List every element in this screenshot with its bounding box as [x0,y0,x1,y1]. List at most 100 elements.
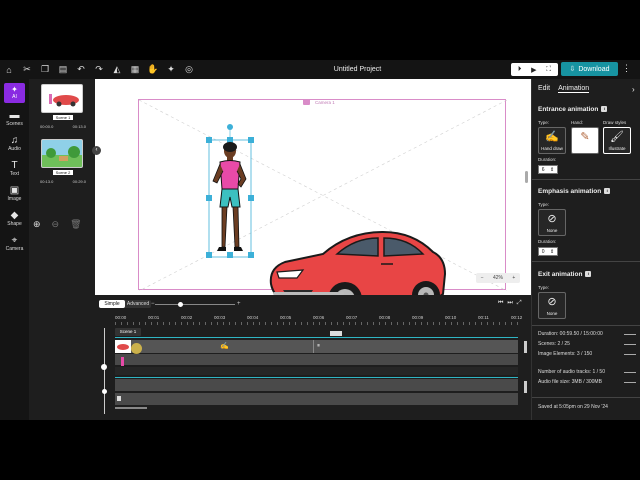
rail-label-audio: Audio [8,146,21,152]
pause-track-icon[interactable]: ⏸ [317,343,320,350]
illustrate-icon: 🖌 [610,131,624,143]
divider [532,261,640,262]
pin-icon[interactable]: ✦ [162,60,180,79]
ruler-tick: 00:05 [280,315,292,320]
emphasis-type-option[interactable]: ⊘ None [538,209,566,236]
project-title[interactable]: Untitled Project [300,66,415,73]
mode-simple[interactable]: Simple [99,300,125,308]
zoom-minus-icon[interactable]: − [151,301,155,307]
duplicate-scene-icon[interactable]: ⊖ [52,219,60,230]
grid-icon[interactable]: ▦ [126,60,144,79]
shape-icon: ◆ [10,210,19,221]
hide-icon[interactable]: ◎ [180,60,198,79]
rail-label-image: Image [7,196,22,202]
woman-illustration[interactable] [203,119,263,259]
home-icon[interactable]: ⌂ [0,60,18,79]
exit-type-option[interactable]: ⊘ None [538,292,566,319]
saved-status: Saved at 5:05pm on 29 Nov '24 [538,404,608,410]
none-icon: ⊘ [547,296,557,308]
hand-option[interactable]: ✎ [571,127,599,154]
rail-item-scenes[interactable]: ▬ Scenes [0,110,29,127]
tab-animation[interactable]: Animation [558,85,590,93]
app-window: ⌂ ✂ ❐ ▤ ↶ ↷ ◭ ▦ ✋ ✦ ◎ Untitled Project ⏵… [0,60,640,420]
audio-vertical-scrollbar[interactable] [524,381,527,393]
ruler-tick: 00:08 [379,315,391,320]
entrance-duration-stepper[interactable]: 6 ⇕ [538,165,558,174]
redo-icon[interactable]: ↷ [90,60,108,79]
element-track-woman[interactable] [115,354,518,366]
playhead-knob[interactable] [101,364,107,370]
scene-thumbnail-2[interactable] [41,139,83,168]
zoom-value[interactable]: 42% [493,275,503,281]
timeline-controls: ⏮ ⏭ ⤢ [498,300,522,307]
entrance-type-option[interactable]: ✍ Hand draw [538,127,566,154]
timeline-zoom-slider[interactable] [155,304,235,305]
collapse-panel-button[interactable]: ‹ [92,146,101,155]
copy-icon[interactable]: ❐ [36,60,54,79]
track-split [313,340,314,353]
play-scene-icon[interactable]: ⏵ [518,66,522,74]
rail-item-image[interactable]: ▣ Image [0,185,29,202]
emphasis-duration-stepper[interactable]: 0 ⇕ [538,247,558,256]
delete-scene-icon[interactable]: 🗑 [70,219,81,230]
draw-styles-label: Draw styles [603,120,627,125]
scene-1-start: 00:00.0 [40,124,54,129]
draw-style-option[interactable]: 🖌 Illustrate [603,127,631,154]
canvas[interactable]: Camera 1 − 42% + [95,79,531,316]
exit-type-label: Type: [538,285,550,290]
shape-icon[interactable]: ◭ [108,60,126,79]
ruler-tick: 00:06 [313,315,325,320]
hand-icon[interactable]: ✋ [144,60,162,79]
ruler-tick: 00:00 [115,315,127,320]
preview-controls: ⏵ ▶ ⛶ [511,63,558,76]
element-track-car[interactable]: ✍ ⏸ [115,340,518,353]
draw-style-value: Illustrate [608,146,626,151]
audio-track-2[interactable] [115,393,518,405]
rail-item-shape[interactable]: ◆ Shape [0,210,29,227]
timeline-ruler[interactable]: 00:00 00:01 00:02 00:03 00:04 00:05 00:0… [115,313,522,325]
playhead[interactable] [104,328,105,414]
expand-icon[interactable]: ⤢ [517,300,522,307]
tab-edit[interactable]: Edit [538,85,550,93]
entrance-duration-label: Duration: [538,157,557,162]
scissors-icon[interactable]: ✂ [18,60,36,79]
divider [532,179,640,180]
zoom-plus-icon[interactable]: + [237,301,241,307]
rail-item-text[interactable]: T Text [0,160,29,177]
chevron-right-icon[interactable]: › [632,85,635,94]
info-icon[interactable]: i [601,106,608,113]
rail-label-camera: Camera [5,246,24,252]
add-scene-icon[interactable]: ⊕ [33,219,41,230]
download-button[interactable]: ⇩ Download [561,62,618,76]
timeline-vertical-scrollbar[interactable] [524,341,527,353]
mouse-cursor-highlight [131,343,142,354]
rail-item-audio[interactable]: ♫ Audio [0,135,29,152]
timeline-horizontal-scrollbar[interactable] [115,407,147,409]
audio-track-line [115,377,518,378]
ai-button[interactable]: ✦ AI [4,83,25,103]
emphasis-type-label: Type: [538,202,550,207]
audio-playhead-knob[interactable] [102,389,107,394]
zoom-in-button[interactable]: + [512,275,515,281]
info-icon[interactable]: i [585,271,592,278]
rail-item-camera[interactable]: ⌖ Camera [0,235,29,252]
audio-track-1[interactable] [115,379,518,391]
scene-thumbnail-1[interactable] [41,84,83,113]
entrance-duration-value: 6 [541,166,545,173]
skip-forward-icon[interactable]: ⏭ [507,300,512,307]
play-icon[interactable]: ▶ [531,66,536,74]
more-menu-icon[interactable]: ⋮ [622,63,631,74]
skip-back-icon[interactable]: ⏮ [498,300,503,307]
undo-icon[interactable]: ↶ [72,60,90,79]
divider [532,397,640,398]
fullscreen-play-icon[interactable]: ⛶ [546,66,551,74]
paste-icon[interactable]: ▤ [54,60,72,79]
scene-marker[interactable] [330,331,342,336]
zoom-out-button[interactable]: − [481,275,484,281]
mode-advanced[interactable]: Advanced [125,300,151,308]
canvas-vertical-scrollbar[interactable] [525,171,528,183]
timeline-scene-tab[interactable]: Scene 1 [115,328,141,336]
timeline-zoom-knob[interactable] [178,302,183,307]
download-icon: ⇩ [569,66,576,73]
info-icon[interactable]: i [604,188,611,195]
